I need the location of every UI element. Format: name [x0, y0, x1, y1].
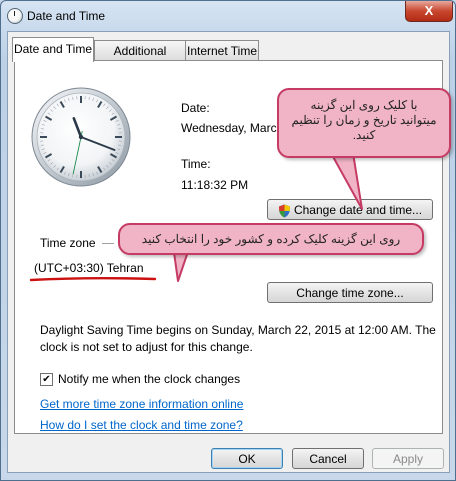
tab-additional-clocks[interactable]: Additional Clocks: [94, 40, 186, 78]
ok-button[interactable]: OK: [211, 448, 283, 469]
tab-panel: Date: Wednesday, March Time: 11:18:32 PM…: [14, 60, 451, 434]
tab-date-and-time[interactable]: Date and Time: [12, 37, 94, 62]
close-button[interactable]: X: [405, 1, 453, 22]
time-value: 11:18:32 PM: [181, 178, 249, 192]
time-zone-info-link[interactable]: Get more time zone information online: [40, 397, 243, 411]
tab-internet-time[interactable]: Internet Time: [185, 40, 259, 61]
dst-text-line2: clock is not set to adjust for this chan…: [40, 340, 253, 354]
date-label: Date:: [181, 101, 210, 115]
change-time-zone-button[interactable]: Change time zone...: [267, 282, 433, 303]
callout-top-tail: [330, 153, 363, 210]
time-label: Time:: [181, 157, 211, 171]
notify-checkbox[interactable]: ✔: [40, 373, 53, 386]
how-to-set-clock-link[interactable]: How do I set the clock and time zone?: [40, 418, 243, 432]
callout-top-line1: با کلیک روی این گزینه: [310, 98, 418, 112]
clock-icon: [7, 8, 23, 24]
analog-clock: [31, 87, 131, 187]
apply-button[interactable]: Apply: [372, 448, 444, 469]
callout-top-line2: میتوانید تاریخ و زمان را تنظیم: [291, 113, 437, 127]
red-underline-annotation: [29, 277, 157, 282]
callout-top: با کلیک روی این گزینه میتوانید تاریخ و ز…: [277, 88, 451, 158]
dialog-window: Date and Time X Date and Time Additional…: [0, 0, 456, 481]
callout-middle: روی این گزینه کلیک کرده و کشور خود را ان…: [118, 223, 424, 255]
cancel-button[interactable]: Cancel: [292, 448, 364, 469]
time-zone-value: (UTC+03:30) Tehran: [34, 261, 144, 275]
title-bar[interactable]: Date and Time X: [1, 1, 455, 31]
time-zone-label: Time zone: [40, 236, 96, 250]
window-title: Date and Time: [27, 9, 106, 23]
dialog-client-area: Date and Time Additional Clocks Internet…: [7, 31, 451, 473]
callout-top-line3: کنید.: [352, 128, 376, 142]
notify-label: Notify me when the clock changes: [58, 372, 241, 386]
date-value: Wednesday, March: [181, 121, 284, 135]
dst-text-line1: Daylight Saving Time begins on Sunday, M…: [40, 323, 436, 337]
time-zone-divider: [102, 243, 114, 244]
uac-shield-icon: [278, 204, 290, 218]
